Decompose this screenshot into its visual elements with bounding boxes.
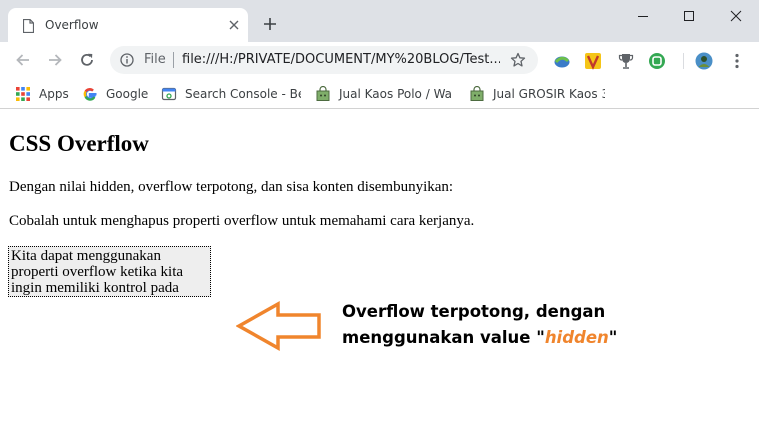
document-icon (23, 19, 34, 33)
trophy-extension-icon[interactable] (617, 52, 635, 70)
url-scheme-label: File (144, 52, 166, 67)
close-window-button[interactable] (713, 0, 759, 32)
bookmark-label: Apps (39, 87, 69, 101)
idm-extension-icon[interactable] (553, 52, 571, 70)
bookmarks-bar: Apps Google Search Console - Bera Jual K… (0, 78, 759, 109)
back-arrow-icon[interactable] (14, 51, 32, 69)
page-title: CSS Overflow (9, 131, 149, 156)
bookmark-label: Search Console - Bera (185, 87, 301, 101)
new-tab-icon[interactable] (262, 16, 278, 32)
bookmark-star-icon[interactable] (510, 52, 526, 68)
close-icon (730, 10, 742, 22)
page-content: CSS Overflow Dengan nilai hidden, overfl… (0, 110, 759, 423)
left-arrow-icon (236, 301, 321, 351)
minimize-button[interactable] (620, 0, 666, 32)
toolbar-divider (683, 53, 684, 69)
instruction-paragraph: Cobalah untuk menghapus properti overflo… (9, 213, 475, 229)
address-bar[interactable]: File file:///H:/PRIVATE/DOCUMENT/MY%20BL… (110, 46, 538, 74)
shop-bag-icon (316, 86, 330, 101)
reload-icon[interactable] (78, 51, 96, 69)
annotation-highlight: hidden (544, 328, 609, 347)
forward-arrow-icon[interactable] (46, 51, 64, 69)
profile-avatar-icon[interactable] (695, 52, 713, 70)
bookmark-search-console[interactable]: Search Console - Bera (161, 85, 301, 103)
bookmark-jual-grosir-kaos[interactable]: Jual GROSIR Kaos 3D (469, 85, 605, 103)
bookmark-label: Jual Kaos Polo / Wang (339, 87, 453, 101)
menu-kebab-icon[interactable] (728, 52, 746, 70)
bookmark-google[interactable]: Google (82, 85, 148, 103)
maximize-icon (684, 11, 694, 21)
minimize-icon (638, 16, 648, 17)
annotation-line-2: menggunakan value "hidden" (342, 325, 617, 351)
annotation-suffix: " (608, 328, 618, 347)
annotation-callout: Overflow terpotong, dengan menggunakan v… (342, 299, 617, 351)
url-text[interactable]: file:///H:/PRIVATE/DOCUMENT/MY%20BLOG/Te… (182, 52, 500, 67)
maximize-button[interactable] (666, 0, 712, 32)
annotation-line-1: Overflow terpotong, dengan (342, 302, 606, 321)
search-console-icon (161, 87, 177, 101)
vimeo-extension-icon[interactable] (584, 52, 602, 70)
overflow-hidden-box: Kita dapat menggunakan properti overflow… (8, 246, 211, 297)
info-icon[interactable] (120, 53, 134, 67)
title-bar: Overflow (0, 0, 759, 42)
green-extension-icon[interactable] (648, 52, 666, 70)
apps-grid-icon (16, 87, 30, 101)
bookmark-label: Google (106, 87, 149, 101)
shop-bag-icon (470, 86, 484, 101)
bookmark-label: Jual GROSIR Kaos 3D (493, 87, 605, 101)
bookmark-jual-kaos-polo[interactable]: Jual Kaos Polo / Wang (315, 85, 453, 103)
tab-title: Overflow (45, 18, 99, 32)
address-divider (173, 52, 174, 68)
google-icon (83, 88, 97, 101)
intro-paragraph: Dengan nilai hidden, overflow terpotong,… (9, 179, 454, 195)
browser-tab[interactable]: Overflow (8, 8, 248, 42)
annotation-prefix: menggunakan value " (342, 328, 545, 347)
browser-toolbar: File file:///H:/PRIVATE/DOCUMENT/MY%20BL… (0, 42, 759, 78)
close-tab-icon[interactable] (227, 18, 241, 32)
bookmark-apps[interactable]: Apps (15, 85, 69, 103)
